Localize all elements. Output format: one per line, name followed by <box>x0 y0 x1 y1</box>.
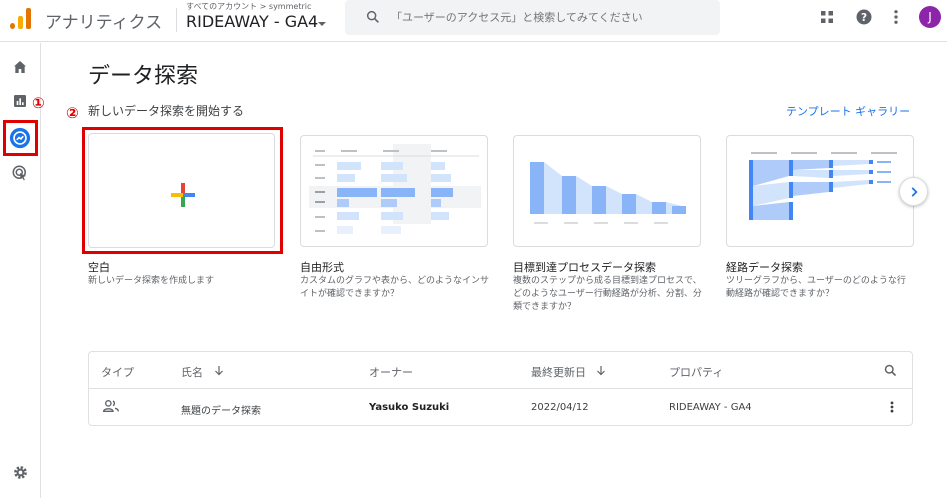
card-path-label[interactable]: 経路データ探索 <box>726 259 803 275</box>
row-property: RIDEAWAY - GA4 <box>669 402 752 413</box>
column-header-property[interactable]: プロパティ <box>669 364 723 380</box>
card-path-desc: ツリーグラフから、ユーザーのどのような行動経路が確認できますか？ <box>726 276 906 299</box>
property-selector[interactable]: RIDEAWAY - GA4 <box>186 12 318 31</box>
card-blank-desc: 新しいデータ探索を作成します <box>88 276 215 286</box>
card-blank-label[interactable]: 空白 <box>88 259 110 275</box>
free-form-thumbnail <box>309 144 481 234</box>
card-funnel[interactable] <box>513 135 701 247</box>
row-owner: Yasuko Suzuki <box>369 402 450 413</box>
card-funnel-label[interactable]: 目標到達プロセスデータ探索 <box>513 259 656 275</box>
card-free-form-desc: カスタムのグラフや表から、どのようなインサイトが確認できますか？ <box>300 276 490 299</box>
search-bar[interactable] <box>345 0 720 35</box>
explorations-table: タイプ 氏名 オーナー 最終更新日 プロパティ 無題のデータ探索 Yasuko … <box>88 351 913 426</box>
top-bar: アナリティクス すべてのアカウント > symmetric RIDEAWAY -… <box>0 0 947 42</box>
analytics-logo[interactable] <box>10 7 32 29</box>
plus-icon <box>171 183 195 207</box>
sort-arrow-down-icon[interactable] <box>595 364 607 377</box>
explore-icon <box>9 127 31 149</box>
chevron-right-icon <box>911 186 918 197</box>
caret-down-icon[interactable] <box>318 22 326 26</box>
apps-grid-icon[interactable] <box>818 8 836 26</box>
page-title: データ探索 <box>88 64 199 89</box>
sort-arrow-down-icon[interactable] <box>213 364 225 377</box>
row-updated: 2022/04/12 <box>531 402 589 413</box>
annotation-number-1: ① <box>32 94 45 112</box>
gear-icon <box>13 465 27 479</box>
avatar[interactable]: J <box>919 6 941 28</box>
table-header: タイプ 氏名 オーナー 最終更新日 プロパティ <box>89 352 912 389</box>
nav-home[interactable] <box>9 56 31 78</box>
home-icon <box>14 61 26 73</box>
more-vert-icon[interactable] <box>885 399 899 415</box>
section-title: 新しいデータ探索を開始する <box>88 104 245 118</box>
column-header-updated[interactable]: 最終更新日 <box>531 364 586 380</box>
column-header-owner[interactable]: オーナー <box>369 364 413 380</box>
nav-advertising[interactable] <box>9 162 31 184</box>
more-vert-icon[interactable] <box>887 8 905 26</box>
funnel-thumbnail <box>530 162 686 224</box>
template-gallery-link[interactable]: テンプレート ギャラリー <box>786 103 910 119</box>
nav-explore[interactable] <box>9 127 31 149</box>
nav-reports[interactable] <box>9 90 31 112</box>
card-free-form[interactable] <box>300 135 488 247</box>
account-breadcrumb[interactable]: すべてのアカウント > symmetric <box>186 1 311 12</box>
column-header-type[interactable]: タイプ <box>101 364 134 380</box>
row-name[interactable]: 無題のデータ探索 <box>181 402 261 417</box>
column-header-name[interactable]: 氏名 <box>181 364 203 380</box>
search-input[interactable] <box>391 8 711 26</box>
carousel-next-button[interactable] <box>899 177 928 206</box>
divider <box>176 8 177 32</box>
card-funnel-desc: 複数のステップから成る目標到達プロセスで、どのようなユーザー行動経路が分析、分割… <box>513 276 702 312</box>
target-cursor-icon <box>12 165 26 181</box>
nav-admin[interactable] <box>9 461 31 483</box>
card-path[interactable] <box>726 135 914 247</box>
app-title: アナリティクス <box>45 13 163 33</box>
path-thumbnail <box>749 152 897 220</box>
bar-chart-icon <box>14 95 26 107</box>
annotation-number-2: ② <box>66 104 79 122</box>
people-icon <box>103 400 119 412</box>
card-free-form-label[interactable]: 自由形式 <box>300 259 344 275</box>
help-icon[interactable]: ? <box>855 8 873 26</box>
svg-text:?: ? <box>861 12 867 24</box>
search-icon[interactable] <box>883 363 898 378</box>
card-blank[interactable] <box>88 133 275 248</box>
search-icon <box>366 10 379 23</box>
